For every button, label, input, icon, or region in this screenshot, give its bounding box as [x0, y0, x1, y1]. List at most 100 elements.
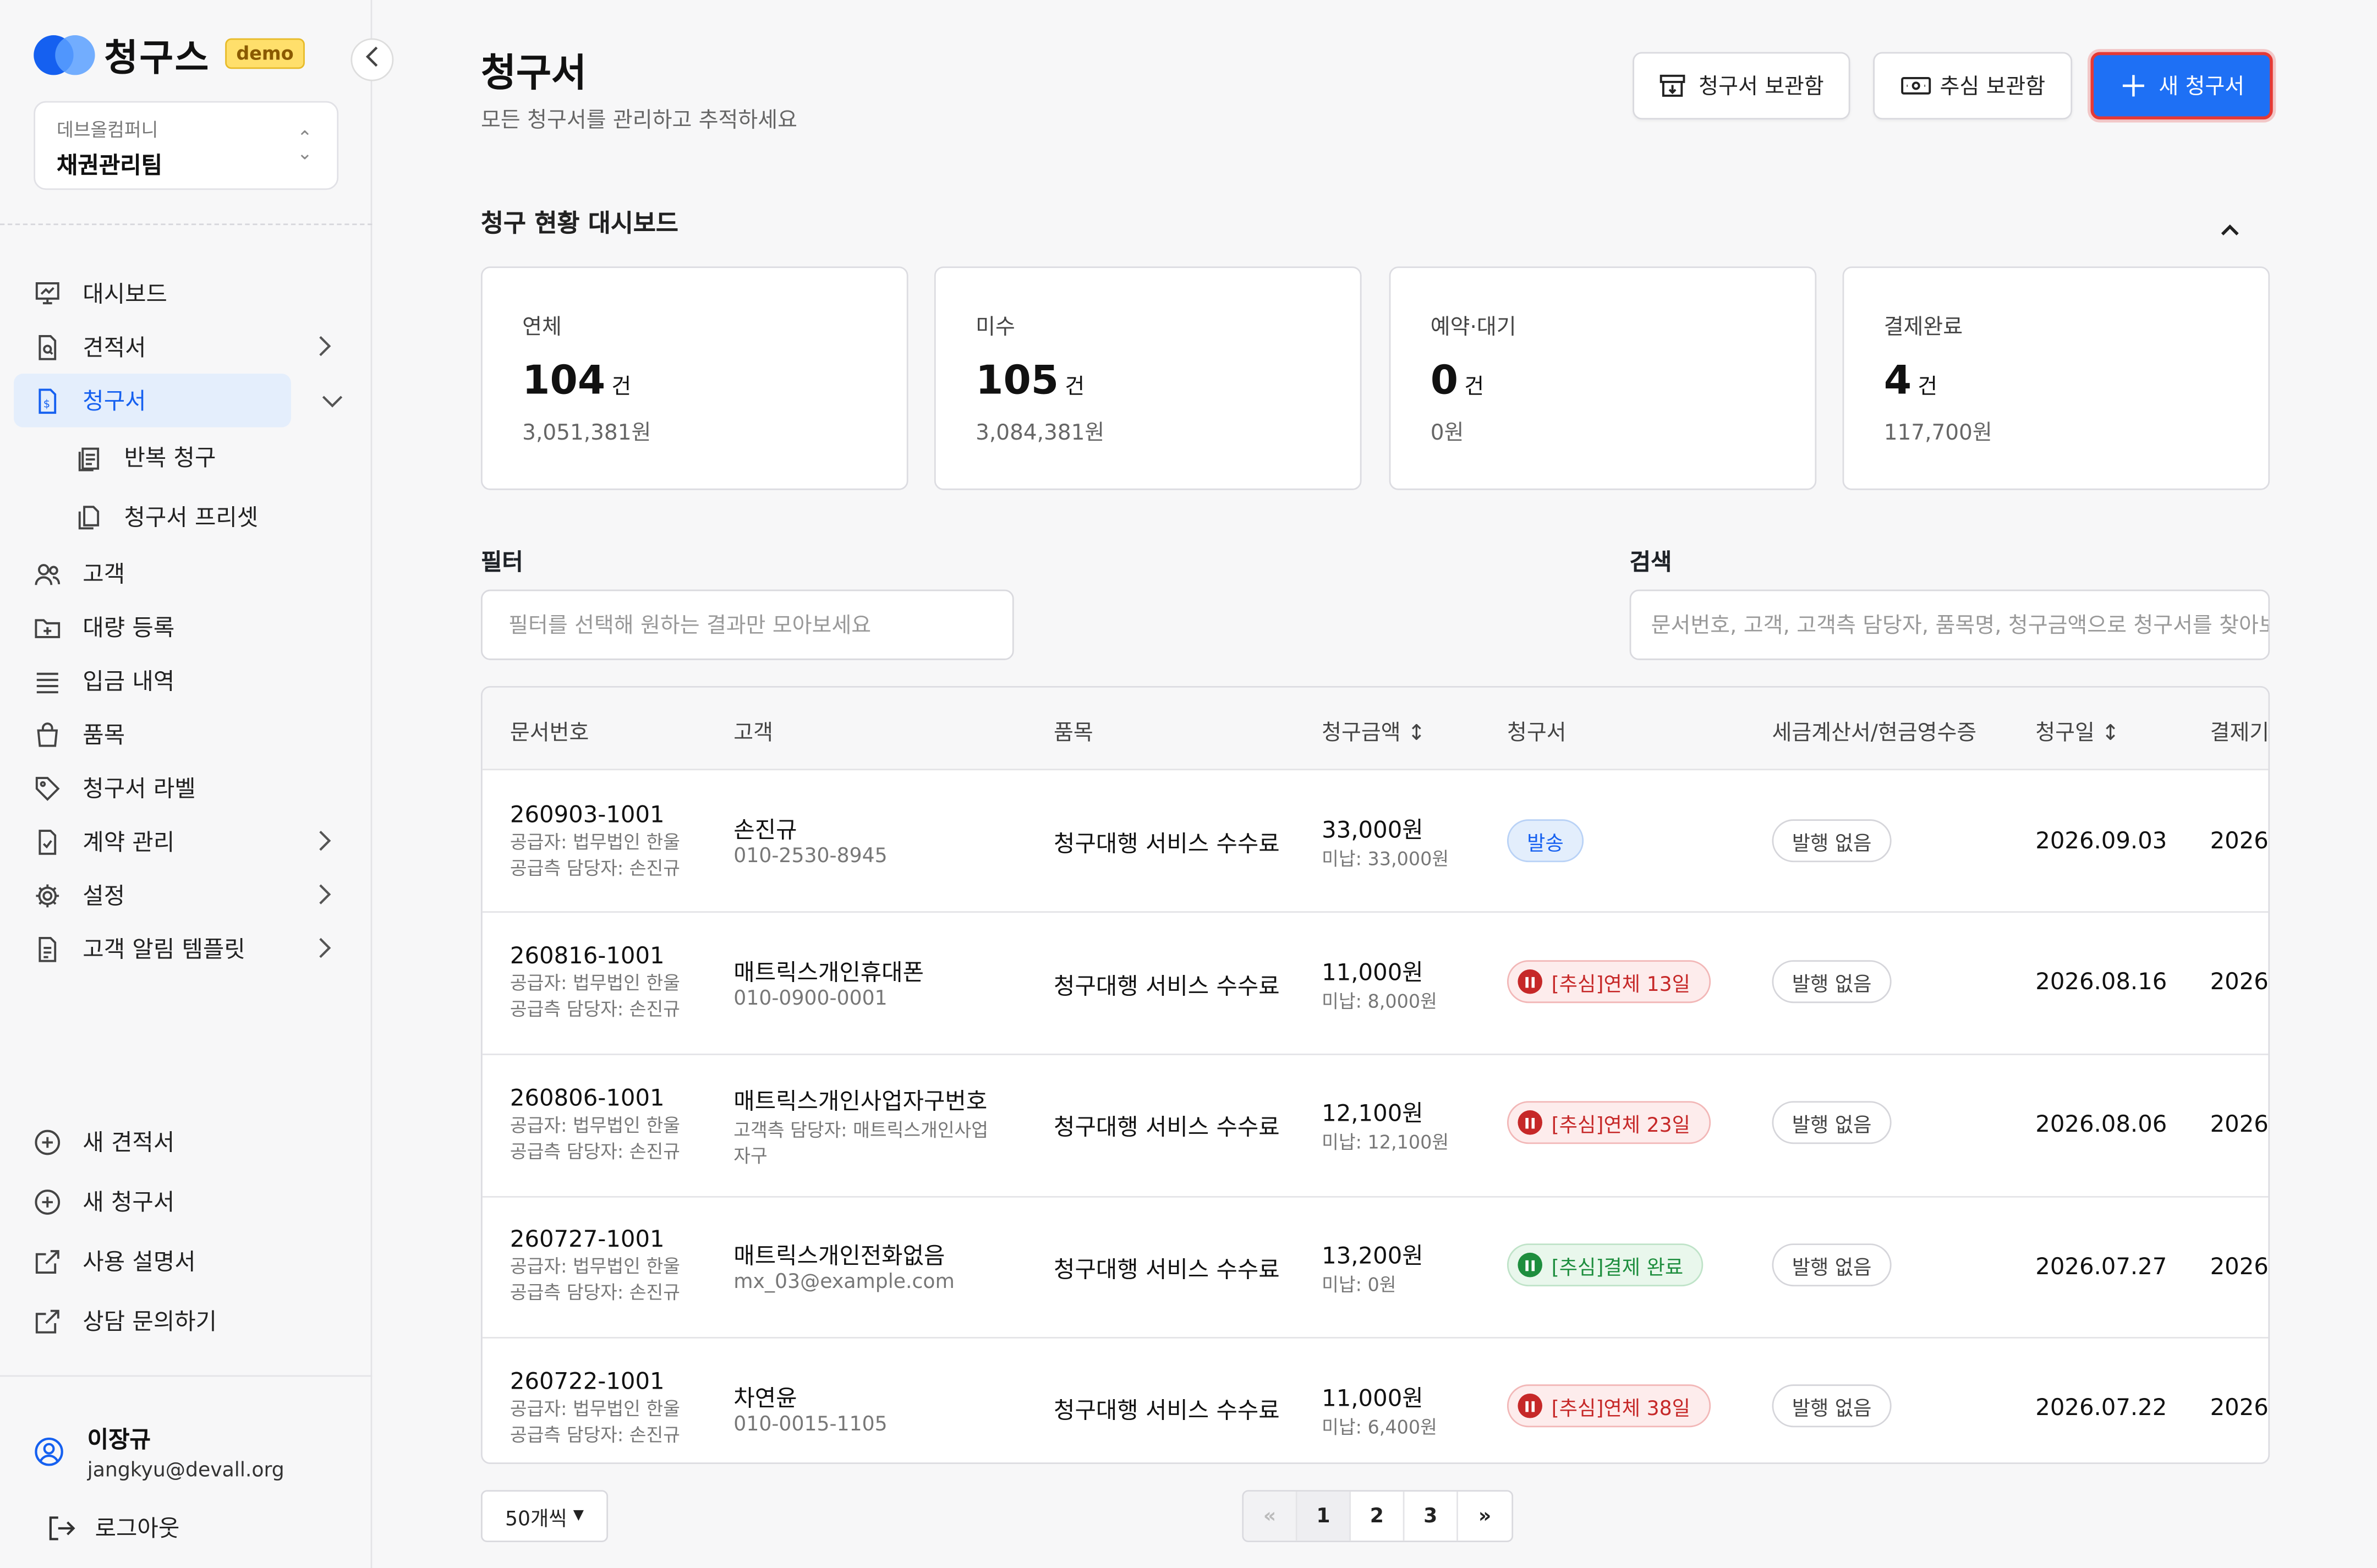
stat-count-unit: 건 [1918, 375, 1938, 400]
collection-archive-label: 추심 보관함 [1940, 75, 2046, 100]
collection-archive-button[interactable]: 추심 보관함 [1873, 52, 2073, 120]
unpaid-amount: 미납: 12,100원 [1322, 1132, 1449, 1153]
column-header-customer[interactable]: 고객 [733, 717, 773, 748]
quick-contact-support[interactable]: 상담 문의하기 [0, 1291, 372, 1351]
column-header-date-sortable[interactable]: 청구일 ↕ [2035, 717, 2119, 748]
doc-cell: 260806-1001 공급자: 법무법인 한울 공급측 담당자: 손진규 [510, 1084, 680, 1164]
supplier: 공급자: 법무법인 한울 [510, 1256, 681, 1278]
amount: 33,000원 [1322, 816, 1423, 844]
stat-card-overdue[interactable]: 연체 104 건 3,051,381원 [481, 266, 908, 490]
customer-cell: 차연윤 010-0015-1105 [733, 1381, 887, 1437]
sidebar-item-contracts[interactable]: 계약 관리 [0, 815, 372, 868]
filter-input[interactable]: 필터를 선택해 원하는 결과만 모아보세요 [481, 589, 1014, 660]
updown-chevron-icon: ⌃ ⌄ [297, 127, 313, 164]
customer-contact: 010-2530-8945 [733, 845, 888, 869]
tax-cell: 발행 없음 [1772, 1243, 1892, 1287]
stat-count-number: 104 [522, 358, 606, 404]
sidebar-item-deposits[interactable]: 입금 내역 [0, 654, 372, 708]
status-badge[interactable]: [추심]연체 38일 [1507, 1384, 1711, 1428]
status-badge[interactable]: 발송 [1507, 819, 1584, 863]
page-button-2[interactable]: 2 [1351, 1492, 1405, 1541]
invoice-archive-button[interactable]: 청구서 보관함 [1633, 52, 1850, 120]
dashboard-collapse-button[interactable] [2219, 215, 2241, 244]
supplier-manager: 공급측 담당자: 손진규 [510, 1281, 681, 1303]
customer-cell: 손진규 010-2530-8945 [733, 813, 888, 869]
pagination: « 1 2 3 » [1242, 1490, 1514, 1542]
supplier: 공급자: 법무법인 한울 [510, 831, 681, 853]
invoice-table: 문서번호 고객 품목 청구금액 ↕ 청구서 세금계산서/현금영수증 청구일 ↕ … [481, 686, 2270, 1465]
tax-cell: 발행 없음 [1772, 1101, 1892, 1144]
page-last-button[interactable]: » [1458, 1492, 1511, 1540]
sidebar-item-labels[interactable]: 청구서 라벨 [0, 761, 372, 814]
item-name: 청구대행 서비스 수수료 [1054, 1256, 1280, 1284]
stat-count-number: 105 [976, 358, 1059, 404]
column-header-amount-sortable[interactable]: 청구금액 ↕ [1322, 717, 1425, 748]
sidebar-item-customers[interactable]: 고객 [0, 547, 372, 600]
sidebar-item-recurring[interactable]: 반복 청구 [0, 427, 372, 487]
table-row[interactable]: 260806-1001 공급자: 법무법인 한울 공급측 담당자: 손진규 매트… [482, 1055, 2269, 1198]
tax-cell: 발행 없음 [1772, 960, 1892, 1004]
plus-icon [2119, 72, 2146, 100]
sidebar-item-quotes[interactable]: 견적서 [0, 320, 372, 374]
column-header-invoice-status[interactable]: 청구서 [1507, 717, 1567, 748]
sidebar-item-settings[interactable]: 설정 [0, 868, 372, 922]
sidebar-collapse-button[interactable] [350, 38, 394, 81]
column-header-due[interactable]: 결제기 [2210, 717, 2269, 748]
customer-contact: 010-0900-0001 [733, 988, 888, 1011]
brand-name: 청구스 [104, 36, 211, 79]
amount: 12,100원 [1322, 1099, 1423, 1127]
stat-card-scheduled[interactable]: 예약·대기 0건 0원 [1389, 266, 1817, 490]
money-icon [1900, 72, 1930, 100]
quick-user-guide[interactable]: 사용 설명서 [0, 1231, 372, 1291]
tax-badge[interactable]: 발행 없음 [1772, 1101, 1892, 1144]
tax-badge[interactable]: 발행 없음 [1772, 960, 1892, 1004]
column-header-item[interactable]: 품목 [1054, 717, 1093, 748]
supplier-manager: 공급측 담당자: 손진규 [510, 1141, 681, 1163]
org-selector[interactable]: 데브올컴퍼니 채권관리팀 ⌃ ⌄ [34, 101, 339, 190]
user-email: jangkyu@devall.org [87, 1459, 284, 1483]
status-badge[interactable]: [추심]결제 완료 [1507, 1243, 1704, 1287]
table-row[interactable]: 260722-1001 공급자: 법무법인 한울 공급측 담당자: 손진규 차연… [483, 1339, 2268, 1462]
table-row[interactable]: 260816-1001 공급자: 법무법인 한울 공급측 담당자: 손진규 매트… [482, 913, 2269, 1055]
supplier-manager: 공급측 담당자: 손진규 [510, 857, 681, 879]
bulk-upload-icon [34, 613, 61, 641]
sidebar-item-notification-templates[interactable]: 고객 알림 템플릿 [0, 922, 372, 975]
new-invoice-button[interactable]: 새 청구서 [2090, 52, 2273, 120]
invoice-doc-icon: $ [34, 387, 61, 414]
table-row[interactable]: 260727-1001 공급자: 법무법인 한울 공급측 담당자: 손진규 매트… [482, 1196, 2269, 1339]
sidebar-item-label: 품목 [83, 721, 125, 749]
table-row[interactable]: 260903-1001 공급자: 법무법인 한울 공급측 담당자: 손진규 손진… [482, 770, 2269, 913]
invoice-archive-label: 청구서 보관함 [1699, 75, 1824, 100]
column-header-doc[interactable]: 문서번호 [510, 717, 589, 748]
page-first-button[interactable]: « [1244, 1492, 1297, 1541]
sidebar-item-label: 입금 내역 [83, 667, 175, 695]
deposit-list-icon [34, 667, 61, 694]
per-page-select[interactable]: 50개씩 ▼ [481, 1490, 609, 1542]
tax-badge[interactable]: 발행 없음 [1772, 1384, 1892, 1428]
user-profile[interactable]: 이장규 jangkyu@devall.org [34, 1423, 284, 1483]
quick-new-quote[interactable]: 새 견적서 [0, 1112, 372, 1172]
sidebar-item-bulk-upload[interactable]: 대량 등록 [0, 600, 372, 654]
search-input[interactable]: 문서번호, 고객, 고객측 담당자, 품목명, 청구금액으로 청구서를 찾아보세… [1629, 589, 2270, 660]
stat-card-unpaid[interactable]: 미수 105 건 3,084,381원 [934, 266, 1362, 490]
sidebar-item-invoices[interactable]: $ 청구서 [14, 374, 343, 427]
stat-card-paid[interactable]: 결제완료 4건 117,700원 [1842, 266, 2270, 490]
status-badge[interactable]: [추심]연체 13일 [1507, 960, 1711, 1004]
brand[interactable]: 청구스 demo [34, 31, 305, 79]
sidebar-item-products[interactable]: 품목 [0, 708, 372, 761]
unpaid-amount: 미납: 0원 [1322, 1274, 1396, 1296]
status-badge[interactable]: [추심]연체 23일 [1507, 1101, 1711, 1144]
new-invoice-label: 새 청구서 [2159, 75, 2245, 100]
quick-new-invoice[interactable]: 새 청구서 [0, 1171, 372, 1231]
pause-icon [1518, 1110, 1542, 1135]
tax-badge[interactable]: 발행 없음 [1772, 819, 1892, 863]
item-name: 청구대행 서비스 수수료 [1054, 972, 1280, 1000]
sidebar-item-presets[interactable]: 청구서 프리셋 [0, 487, 372, 547]
column-header-tax-receipt[interactable]: 세금계산서/현금영수증 [1772, 717, 1977, 748]
logout-button[interactable]: 로그아웃 [46, 1511, 179, 1543]
doc-cell: 260727-1001 공급자: 법무법인 한울 공급측 담당자: 손진규 [510, 1225, 680, 1305]
sidebar-item-dashboard[interactable]: 대시보드 [0, 266, 372, 320]
page-button-1[interactable]: 1 [1297, 1492, 1351, 1541]
page-button-3[interactable]: 3 [1404, 1492, 1458, 1541]
tax-badge[interactable]: 발행 없음 [1772, 1243, 1892, 1287]
